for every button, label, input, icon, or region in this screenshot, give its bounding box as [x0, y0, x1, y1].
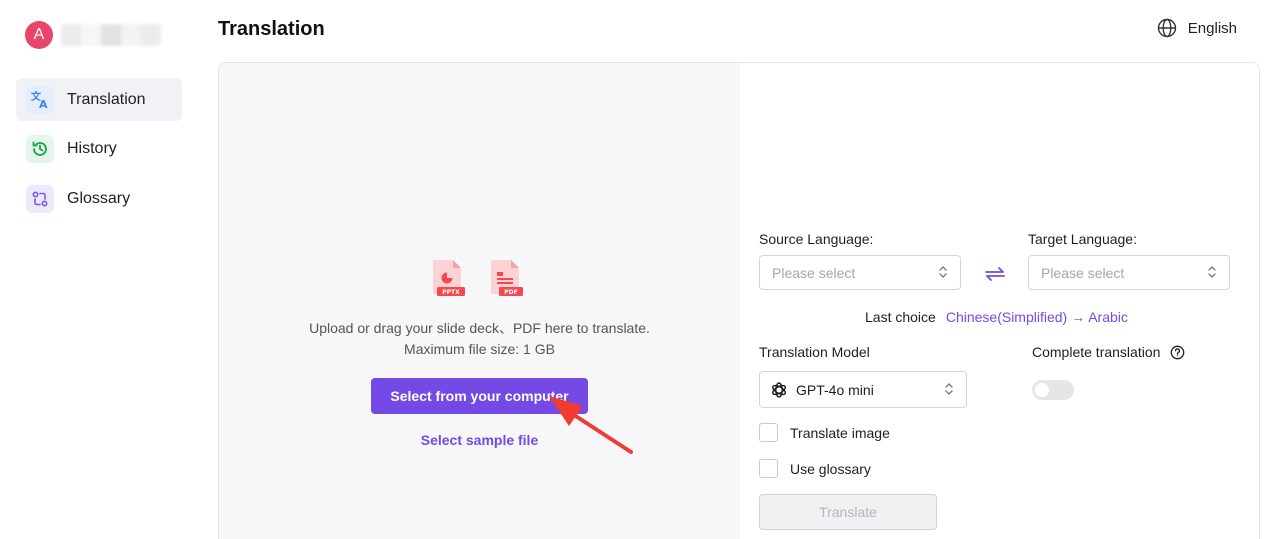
- source-language-select[interactable]: Please select: [759, 255, 961, 290]
- help-icon[interactable]: [1170, 345, 1185, 360]
- chevron-updown-icon: [938, 265, 948, 282]
- file-type-icons: PPTX PDF: [431, 258, 547, 303]
- language-switcher[interactable]: English: [1157, 18, 1237, 38]
- sidebar-item-history[interactable]: History: [16, 128, 182, 171]
- sidebar-item-label: History: [67, 140, 117, 157]
- translate-button[interactable]: Translate: [759, 494, 937, 530]
- history-icon: [26, 135, 54, 163]
- translation-card: PPTX PDF Upload or drag your slide deck、…: [218, 62, 1260, 539]
- last-choice: Last choice Chinese(Simplified) → Arabic: [865, 309, 1128, 325]
- user-profile[interactable]: A: [25, 21, 161, 49]
- sidebar-item-translation[interactable]: 文 A Translation: [16, 78, 182, 121]
- page-title: Translation: [218, 18, 325, 40]
- source-language-placeholder: Please select: [772, 264, 856, 281]
- sidebar-item-label: Glossary: [67, 189, 131, 207]
- complete-translation-label-row: Complete translation: [1032, 344, 1185, 360]
- language-label: English: [1187, 19, 1237, 37]
- pdf-file-icon: PDF: [489, 258, 525, 303]
- avatar[interactable]: A: [25, 21, 53, 49]
- translate-image-checkbox[interactable]: [759, 423, 778, 442]
- use-glossary-checkbox[interactable]: [759, 459, 778, 478]
- globe-icon: [1157, 18, 1177, 38]
- translate-icon: 文 A: [26, 85, 54, 114]
- chevron-updown-icon: [1207, 265, 1217, 282]
- sidebar-item-label: Translation: [67, 90, 146, 108]
- translate-image-option[interactable]: Translate image: [759, 423, 890, 442]
- last-choice-value[interactable]: Chinese(Simplified) → Arabic: [946, 309, 1128, 325]
- sidebar-nav: 文 A Translation History Glossary: [16, 78, 182, 227]
- glossary-icon: [26, 184, 54, 213]
- upload-instruction-text: Upload or drag your slide deck、PDF here …: [309, 320, 650, 336]
- translation-settings: Source Language: Please select Target La…: [740, 63, 1259, 539]
- upload-instructions: Upload or drag your slide deck、PDF here …: [219, 318, 740, 360]
- translation-model-label: Translation Model: [759, 344, 870, 360]
- username-redacted: [61, 24, 161, 46]
- complete-translation-toggle[interactable]: [1032, 380, 1074, 400]
- pptx-file-icon: PPTX: [431, 258, 467, 303]
- sidebar: A 文 A Translation History Glossary: [0, 0, 200, 539]
- annotation-arrow-icon: [541, 381, 633, 461]
- swap-languages-icon[interactable]: [984, 265, 1006, 288]
- pdf-label: PDF: [504, 289, 517, 296]
- use-glossary-label: Use glossary: [790, 460, 871, 477]
- max-file-size-text: Maximum file size: 1 GB: [404, 341, 555, 357]
- translate-image-label: Translate image: [790, 424, 890, 441]
- source-language-label: Source Language:: [759, 231, 874, 247]
- select-sample-file-link[interactable]: Select sample file: [219, 432, 740, 448]
- target-language-placeholder: Please select: [1041, 264, 1125, 281]
- sidebar-item-glossary[interactable]: Glossary: [16, 177, 182, 220]
- target-language-select[interactable]: Please select: [1028, 255, 1230, 290]
- target-language-label: Target Language:: [1028, 231, 1137, 247]
- toggle-knob: [1035, 383, 1049, 397]
- last-choice-label: Last choice: [865, 309, 936, 325]
- use-glossary-option[interactable]: Use glossary: [759, 459, 871, 478]
- upload-dropzone[interactable]: PPTX PDF Upload or drag your slide deck、…: [219, 63, 740, 539]
- chevron-updown-icon: [944, 382, 954, 399]
- complete-translation-label: Complete translation: [1032, 344, 1161, 360]
- translation-model-select[interactable]: GPT-4o mini: [759, 371, 967, 408]
- pptx-label: PPTX: [442, 289, 460, 296]
- svg-text:A: A: [39, 98, 48, 110]
- translation-model-value: GPT-4o mini: [796, 381, 874, 398]
- openai-icon: [770, 381, 788, 399]
